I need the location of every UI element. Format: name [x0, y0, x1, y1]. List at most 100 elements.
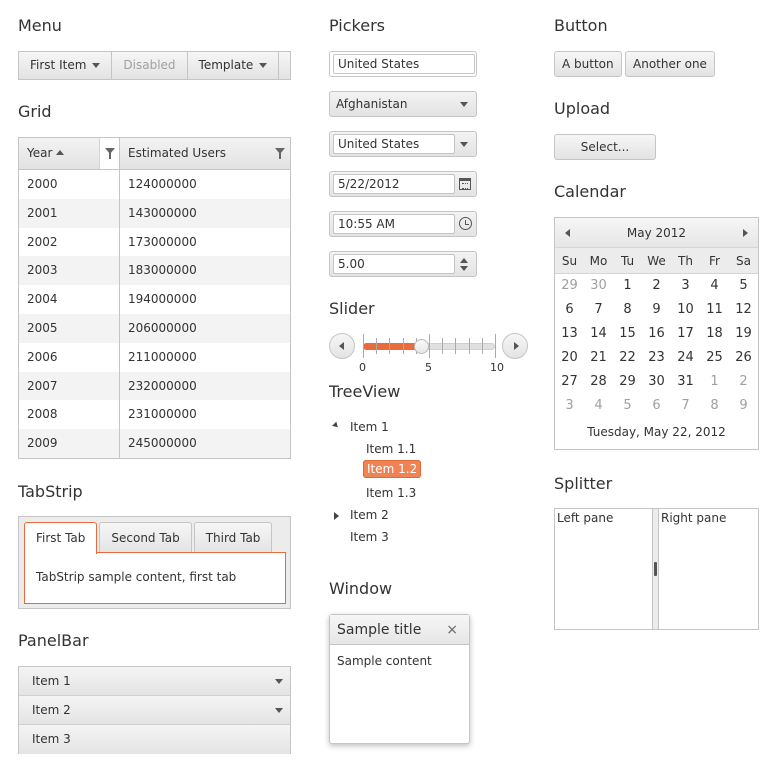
menu-item-first[interactable]: First Item [19, 52, 113, 79]
prev-month-icon[interactable] [565, 229, 570, 237]
table-row[interactable]: 2002 173000000 [19, 227, 290, 257]
calendar-day[interactable]: 4 [584, 394, 613, 418]
menu-item-template[interactable]: Template [188, 52, 280, 79]
calendar-day[interactable]: 30 [584, 274, 613, 298]
tree-item-1-1[interactable]: Item 1.1 [366, 442, 416, 456]
cell-year: 2001 [19, 198, 120, 228]
table-row[interactable]: 2005 206000000 [19, 313, 290, 343]
calendar-day[interactable]: 23 [642, 346, 671, 370]
column-header-year[interactable]: Year [19, 138, 120, 169]
panelbar-item-2[interactable]: Item 2 [19, 696, 290, 725]
calendar-day[interactable]: 9 [729, 394, 758, 418]
tab-second[interactable]: Second Tab [99, 522, 192, 553]
calendar-day[interactable]: 14 [584, 322, 613, 346]
calendar-day[interactable]: 30 [642, 370, 671, 394]
table-row[interactable]: 2007 232000000 [19, 371, 290, 401]
tree-item-2[interactable]: Item 2 [350, 508, 389, 522]
calendar-day[interactable]: 6 [555, 298, 584, 322]
slider-increase-button[interactable] [502, 333, 528, 359]
tree-item-1[interactable]: Item 1 [350, 420, 389, 434]
calendar-day[interactable]: 19 [729, 322, 758, 346]
calendar-day[interactable]: 18 [700, 322, 729, 346]
slider-decrease-button[interactable] [329, 333, 355, 359]
filter-button[interactable] [270, 138, 290, 169]
table-row[interactable]: 2004 194000000 [19, 285, 290, 314]
calendar-day[interactable]: 1 [613, 274, 642, 298]
calendar-day[interactable]: 13 [555, 322, 584, 346]
calendar-button[interactable] [454, 172, 476, 196]
combobox-input[interactable]: United States [333, 134, 455, 154]
calendar-today-link[interactable]: Tuesday, May 22, 2012 [555, 420, 758, 444]
tab-third[interactable]: Third Tab [193, 522, 273, 553]
table-row[interactable]: 2008 231000000 [19, 400, 290, 430]
drag-handle-icon[interactable] [654, 562, 657, 576]
table-row[interactable]: 2001 143000000 [19, 198, 290, 228]
calendar-day[interactable]: 4 [700, 274, 729, 298]
window-titlebar[interactable]: Sample title × [330, 615, 469, 645]
calendar-month-title[interactable]: May 2012 [627, 226, 686, 240]
calendar-day[interactable]: 3 [671, 274, 700, 298]
calendar-day[interactable]: 2 [642, 274, 671, 298]
table-row[interactable]: 2006 211000000 [19, 342, 290, 372]
splitter-bar[interactable] [652, 509, 659, 629]
time-input[interactable]: 10:55 AM [333, 214, 455, 234]
calendar-day[interactable]: 9 [642, 298, 671, 322]
calendar-day[interactable]: 7 [671, 394, 700, 418]
calendar-day[interactable]: 10 [671, 298, 700, 322]
table-row[interactable]: 2003 183000000 [19, 256, 290, 286]
calendar-day[interactable]: 27 [555, 370, 584, 394]
calendar-day[interactable]: 29 [555, 274, 584, 298]
decrease-icon[interactable] [460, 266, 468, 271]
numeric-input[interactable]: 5.00 [333, 254, 455, 274]
date-input[interactable]: 5/22/2012 [333, 174, 455, 194]
calendar-day[interactable]: 5 [729, 274, 758, 298]
calendar-day[interactable]: 15 [613, 322, 642, 346]
tree-item-1-3[interactable]: Item 1.3 [366, 486, 416, 500]
close-icon[interactable]: × [446, 615, 458, 645]
calendar-day[interactable]: 31 [671, 370, 700, 394]
calendar-day[interactable]: 25 [700, 346, 729, 370]
dropdown-toggle[interactable] [454, 92, 476, 116]
calendar-day[interactable]: 7 [584, 298, 613, 322]
calendar-day[interactable]: 28 [584, 370, 613, 394]
calendar-day[interactable]: 21 [584, 346, 613, 370]
calendar-day[interactable]: 20 [555, 346, 584, 370]
autocomplete-input[interactable]: United States [333, 54, 475, 74]
calendar-day[interactable]: 11 [700, 298, 729, 322]
calendar-day[interactable]: 5 [613, 394, 642, 418]
panelbar-item-1[interactable]: Item 1 [19, 667, 290, 696]
calendar-day[interactable]: 6 [642, 394, 671, 418]
panelbar-item-3[interactable]: Item 3 [19, 725, 290, 754]
calendar-day[interactable]: 3 [555, 394, 584, 418]
filter-button[interactable] [99, 138, 119, 169]
calendar-day[interactable]: 2 [729, 370, 758, 394]
upload-select-button[interactable]: Select... [554, 134, 656, 160]
calendar-day[interactable]: 24 [671, 346, 700, 370]
clock-button[interactable] [454, 212, 476, 236]
calendar-day[interactable]: 22 [613, 346, 642, 370]
column-header-estimated-users[interactable]: Estimated Users [120, 138, 290, 169]
calendar-day[interactable]: 8 [700, 394, 729, 418]
tab-first[interactable]: First Tab [24, 522, 98, 554]
slider-handle[interactable] [414, 339, 430, 354]
table-row[interactable]: 2009 245000000 [19, 429, 290, 458]
next-month-icon[interactable] [743, 229, 748, 237]
tree-item-3[interactable]: Item 3 [350, 530, 389, 544]
calendar-day[interactable]: 29 [613, 370, 642, 394]
calendar-day[interactable]: 8 [613, 298, 642, 322]
calendar-day[interactable]: 26 [729, 346, 758, 370]
tree-item-1-2[interactable]: Item 1.2 [363, 460, 422, 478]
spinner[interactable] [454, 252, 476, 276]
expand-icon[interactable] [334, 512, 339, 520]
a-button[interactable]: A button [554, 51, 622, 77]
calendar-day[interactable]: 16 [642, 322, 671, 346]
increase-icon[interactable] [460, 258, 468, 263]
calendar-day[interactable]: 1 [700, 370, 729, 394]
table-row[interactable]: 2000 124000000 [19, 170, 290, 199]
collapse-icon[interactable] [332, 421, 340, 430]
calendar-day[interactable]: 12 [729, 298, 758, 322]
calendar-day[interactable]: 17 [671, 322, 700, 346]
dropdown-list[interactable]: Afghanistan [329, 91, 477, 117]
combobox-toggle[interactable] [454, 132, 476, 156]
another-button[interactable]: Another one [625, 51, 715, 77]
